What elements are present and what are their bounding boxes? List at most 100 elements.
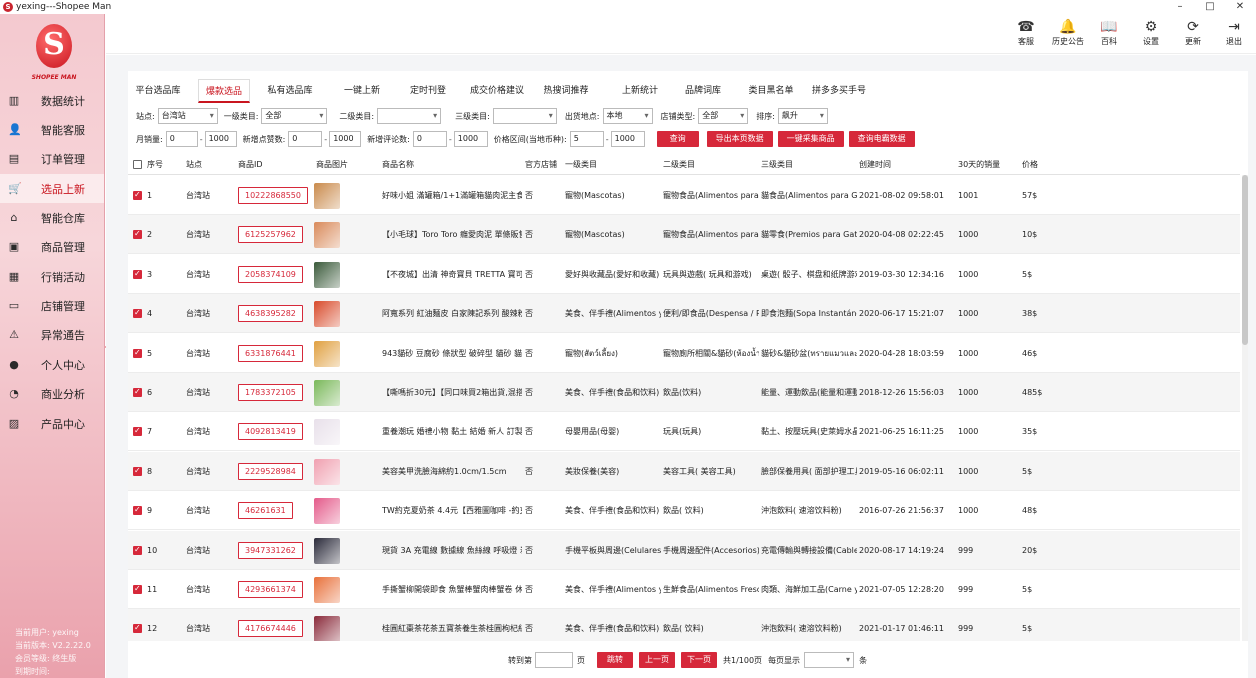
sidebar-item-4[interactable]: 🛒 选品上新: [0, 174, 104, 203]
tab-5[interactable]: 定时刊登: [401, 79, 455, 103]
tab-8[interactable]: 上新统计: [609, 79, 671, 103]
maximize-button[interactable]: □: [1196, 0, 1224, 14]
product-thumbnail[interactable]: [314, 537, 340, 564]
product-id-link[interactable]: 4638395282: [238, 305, 303, 323]
tab-2[interactable]: 爆款选品: [198, 79, 250, 103]
product-thumbnail[interactable]: [314, 261, 340, 288]
reviews-min-input[interactable]: 0: [412, 131, 447, 147]
row-checkbox[interactable]: [133, 188, 142, 202]
vertical-scrollbar[interactable]: [1242, 175, 1248, 641]
product-id-link[interactable]: 4092813419: [238, 423, 303, 441]
product-id-link[interactable]: 1783372105: [238, 384, 303, 401]
toolbar-book-button[interactable]: 📖 百科: [1089, 18, 1129, 52]
monthly-sales-max-input[interactable]: 1000: [204, 131, 237, 147]
product-thumbnail[interactable]: [314, 616, 340, 641]
category1-select[interactable]: 全部: [261, 108, 328, 124]
tab-1[interactable]: 平台选品库: [130, 79, 186, 103]
tab-9[interactable]: 品牌词库: [672, 79, 734, 103]
row-checkbox[interactable]: [133, 582, 142, 596]
goto-page-input[interactable]: [535, 652, 573, 668]
product-id-link[interactable]: 46261631: [238, 502, 293, 520]
row-checkbox[interactable]: [133, 227, 142, 241]
tab-11[interactable]: 拼多多买手号: [805, 79, 873, 103]
sidebar-item-1[interactable]: ▥ 数据统计: [0, 86, 104, 115]
sidebar-item-7[interactable]: ▦ 行销活动: [0, 262, 104, 291]
row-checkbox[interactable]: [133, 543, 142, 557]
sidebar-item-2[interactable]: 👤 智能客服: [0, 115, 104, 144]
table-row[interactable]: 4 台湾站 4638395282 阿寬系列 紅油麵皮 白家陳記系列 酸辣粉否 美食、伴手…: [128, 294, 1240, 334]
likes-max-input[interactable]: 1000: [329, 131, 362, 147]
sidebar-item-9[interactable]: ⚠ 异常通告: [0, 320, 104, 349]
sidebar-item-12[interactable]: ▨ 产品中心: [0, 409, 104, 438]
scrollbar-thumb[interactable]: [1242, 175, 1248, 345]
query-dianba-button[interactable]: 查询电霸数据: [848, 131, 915, 147]
table-row[interactable]: 6 台湾站 1783372105 【嘶嗎折30元】【同口味買2箱出貨,混搭否 美食、伴手…: [128, 373, 1240, 412]
price-max-input[interactable]: 1000: [610, 131, 645, 147]
prev-page-button[interactable]: 上一页: [639, 652, 675, 668]
table-row[interactable]: 3 台湾站 2058374109 【不夜城】出清 神奇寶貝 TRETTA 寶可夢否 愛好…: [128, 255, 1240, 294]
product-thumbnail[interactable]: [314, 380, 340, 406]
product-id-link[interactable]: 4293661374: [238, 581, 303, 598]
product-thumbnail[interactable]: [314, 577, 340, 603]
price-min-input[interactable]: 5: [569, 131, 604, 147]
row-checkbox[interactable]: [133, 424, 142, 438]
jump-button[interactable]: 跳转: [597, 652, 633, 668]
table-row[interactable]: 9 台湾站 46261631 TW約克夏奶茶 4.4元【西雅圖咖啡 -約克夏否 美食、伴…: [128, 491, 1240, 531]
tab-4[interactable]: 一键上新: [334, 79, 390, 103]
reviews-max-input[interactable]: 1000: [453, 131, 488, 147]
category3-select[interactable]: [492, 108, 557, 124]
product-thumbnail[interactable]: [314, 222, 340, 249]
table-row[interactable]: 10 台湾站 3947331262 現貨 3A 充電線 數據線 魚絲線 呼吸燈 炭否 手…: [128, 530, 1240, 570]
sidebar-item-3[interactable]: ▤ 订单管理: [0, 144, 104, 173]
monthly-sales-min-input[interactable]: 0: [165, 131, 198, 147]
row-checkbox[interactable]: [133, 346, 142, 360]
minimize-button[interactable]: –: [1166, 0, 1194, 14]
product-thumbnail[interactable]: [314, 419, 340, 446]
product-thumbnail[interactable]: [314, 498, 340, 525]
product-thumbnail[interactable]: [314, 301, 340, 328]
sidebar-item-8[interactable]: ▭ 店铺管理: [0, 291, 104, 320]
product-id-link[interactable]: 2229528984: [238, 462, 303, 480]
toolbar-gear-button[interactable]: ⚙ 设置: [1131, 18, 1171, 52]
product-thumbnail[interactable]: [314, 183, 340, 209]
table-row[interactable]: 12 台湾站 4176674446 桂圓紅棗茶花茶五寶茶養生茶桂圓枸杞紅否 美食、伴手禮…: [128, 609, 1240, 641]
ship-from-select[interactable]: 本地: [602, 108, 653, 124]
product-id-link[interactable]: 6125257962: [238, 226, 303, 244]
likes-min-input[interactable]: 0: [288, 131, 323, 147]
row-checkbox[interactable]: [133, 503, 142, 517]
product-thumbnail[interactable]: [314, 458, 340, 485]
product-id-link[interactable]: 2058374109: [238, 265, 303, 283]
query-button[interactable]: 查询: [656, 131, 699, 147]
tab-10[interactable]: 类目黑名单: [737, 79, 805, 103]
product-id-link[interactable]: 3947331262: [238, 541, 303, 559]
collect-products-button[interactable]: 一键采集商品: [777, 131, 844, 147]
table-row[interactable]: 7 台湾站 4092813419 重養潮玩 婚禮小物 黏土 結婚 新人 訂製否 母嬰用品…: [128, 412, 1240, 452]
sidebar-item-10[interactable]: ● 个人中心: [0, 350, 104, 379]
table-row[interactable]: 2 台湾站 6125257962 【小毛球】Toro Toro 癮愛肉泥 單條販售否 寵…: [128, 215, 1240, 255]
row-checkbox[interactable]: [133, 385, 142, 399]
select-all-checkbox[interactable]: [133, 160, 142, 169]
tab-3[interactable]: 私有选品库: [262, 79, 318, 103]
category2-select[interactable]: [377, 108, 442, 124]
table-row[interactable]: 1 台湾站 10222868550 好味小姐 滿罐箱/1+1滿罐箱貓肉泥主食否 寵物(M…: [128, 176, 1240, 215]
row-checkbox[interactable]: [133, 464, 142, 478]
store-type-select[interactable]: 全部: [698, 108, 749, 124]
row-checkbox[interactable]: [133, 306, 142, 320]
export-page-button[interactable]: 导出本页数据: [706, 131, 773, 147]
next-page-button[interactable]: 下一页: [681, 652, 717, 668]
product-id-link[interactable]: 10222868550: [238, 187, 308, 204]
row-checkbox[interactable]: [133, 267, 142, 281]
toolbar-refresh-button[interactable]: ⟳ 更新: [1173, 18, 1213, 52]
toolbar-headset-button[interactable]: ☎ 客服: [1006, 18, 1046, 52]
product-id-link[interactable]: 4176674446: [238, 620, 303, 638]
site-select[interactable]: 台湾站: [157, 108, 218, 124]
per-page-select[interactable]: [804, 652, 855, 668]
table-row[interactable]: 5 台湾站 6331876441 943貓砂 豆腐砂 條狀型 破碎型 貓砂 貓沙 1否…: [128, 334, 1240, 373]
sidebar-item-5[interactable]: ⌂ 智能仓库: [0, 203, 104, 232]
tab-6[interactable]: 成交价格建议: [461, 79, 533, 103]
sort-select[interactable]: 飙升: [777, 108, 828, 124]
close-button[interactable]: ✕: [1226, 0, 1254, 14]
toolbar-bell-button[interactable]: 🔔 历史公告: [1048, 18, 1088, 52]
row-checkbox[interactable]: [133, 621, 142, 635]
table-row[interactable]: 8 台湾站 2229528984 美容美甲洗臉海綿約1.0cm/1.5cm 否 美妝保養(…: [128, 451, 1240, 491]
